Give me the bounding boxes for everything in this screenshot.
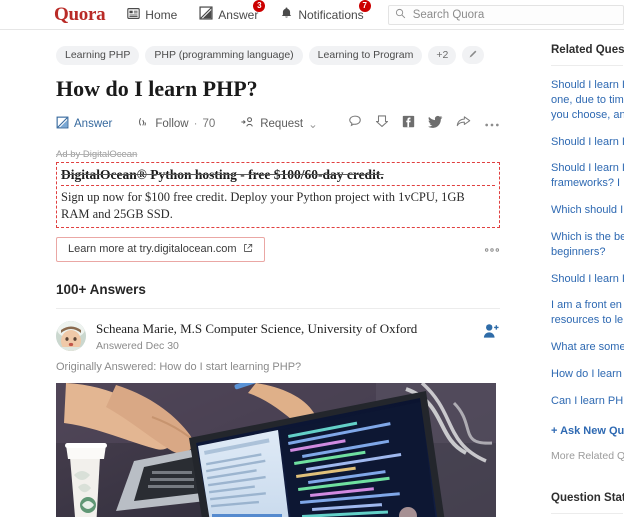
answer-image: [56, 382, 496, 517]
page-title: How do I learn PHP?: [56, 75, 258, 101]
related-question-link[interactable]: Which is the be beginners?: [551, 230, 624, 260]
pencil-edit-icon: [468, 46, 478, 64]
ask-new-question-button[interactable]: + Ask New Qu: [551, 425, 624, 437]
ad-title[interactable]: DigitalOcean® Python hosting - free $100…: [61, 166, 495, 187]
notifications-badge-count: 7: [358, 0, 371, 12]
follow-button-label: Follow: [155, 117, 189, 130]
downvote-icon[interactable]: [375, 114, 389, 133]
related-question-link[interactable]: I am a front en resources to le: [551, 298, 624, 328]
ad-more-options-icon[interactable]: [484, 244, 500, 256]
request-button[interactable]: Request ⌄: [241, 116, 318, 131]
nav-item-home[interactable]: Home: [127, 7, 177, 23]
related-question-link[interactable]: Should I learn I frameworks? I: [551, 161, 624, 191]
related-question-link[interactable]: How do I learn: [551, 367, 624, 382]
more-options-icon[interactable]: [484, 115, 500, 133]
main-content-column: Learning PHP PHP (programming language) …: [0, 30, 545, 517]
search-bar[interactable]: [387, 4, 624, 25]
request-button-label: Request: [260, 117, 304, 130]
ad-container: DigitalOcean® Python hosting - free $100…: [56, 161, 500, 229]
related-question-link[interactable]: Should I learn I: [551, 272, 624, 287]
rss-follow-icon: [138, 116, 150, 131]
question-card: Learning PHP PHP (programming language) …: [0, 30, 545, 517]
nav-item-home-label: Home: [145, 7, 178, 22]
divider: [56, 308, 500, 310]
search-input[interactable]: [410, 7, 617, 22]
more-related-questions-link[interactable]: More Related Q: [551, 450, 624, 462]
question-action-row: Answer Follow · 70 Request ⌄: [56, 113, 500, 135]
nav-item-answer-label: Answer: [218, 7, 259, 22]
related-question-link[interactable]: Should I learn I: [551, 135, 624, 150]
add-person-request-icon: [241, 116, 255, 131]
top-navigation-bar: Quora Home Answer 3 Notifications 7 Sear…: [0, 0, 624, 30]
related-question-link[interactable]: Should I learn I one, due to tim you cho…: [551, 78, 624, 123]
answer-author-name[interactable]: Scheana Marie, M.S Computer Science, Uni…: [96, 321, 474, 337]
pencil-answer-icon: [199, 6, 213, 23]
topic-tag[interactable]: PHP (programming language): [145, 46, 303, 65]
topic-tags: Learning PHP PHP (programming language) …: [56, 30, 500, 65]
follow-user-icon[interactable]: [482, 323, 500, 344]
answer-button-label: Answer: [74, 117, 113, 130]
follow-separator: ·: [193, 117, 198, 130]
related-question-link[interactable]: Which should I: [551, 203, 624, 218]
answer-badge-count: 3: [253, 0, 266, 12]
topic-tag[interactable]: Learning to Program: [308, 46, 423, 65]
answer-button[interactable]: Answer: [56, 116, 112, 132]
related-questions-title: Related Ques: [551, 44, 624, 56]
answers-count-heading: 100+ Answers: [56, 282, 146, 298]
related-questions-sidebar: Related Ques Should I learn I one, due t…: [545, 30, 624, 517]
external-link-icon: [243, 243, 253, 256]
question-stats-title: Question Stat: [551, 491, 624, 504]
nav-item-answer[interactable]: Answer 3: [199, 0, 266, 23]
edit-topics-button[interactable]: [462, 46, 485, 65]
request-caret-icon: ⌄: [308, 118, 318, 131]
page-body: Learning PHP PHP (programming language) …: [0, 30, 624, 517]
quora-logo[interactable]: Quora: [54, 5, 106, 24]
search-icon: [395, 6, 406, 24]
ad-learn-more-button[interactable]: Learn more at try.digitalocean.com: [56, 237, 265, 263]
bell-icon: [280, 6, 293, 23]
share-icon[interactable]: [456, 114, 471, 133]
answer-author-row: Scheana Marie, M.S Computer Science, Uni…: [56, 321, 500, 352]
ad-body-text: Sign up now for $100 free credit. Deploy…: [61, 190, 465, 222]
originally-answered-text: Originally Answered: How do I start lear…: [56, 360, 302, 373]
answer-date: Answered Dec 30: [96, 339, 179, 352]
follow-count: 70: [202, 117, 216, 130]
avatar[interactable]: [56, 321, 86, 352]
sidebar-divider: [551, 65, 623, 66]
home-feed-icon: [127, 7, 141, 23]
ad-disclosure-label: Ad by DigitalOcean: [56, 148, 138, 160]
nav-item-notifications[interactable]: Notifications 7: [280, 0, 371, 23]
comment-icon[interactable]: [348, 114, 362, 133]
topic-tags-more[interactable]: +2: [428, 46, 457, 65]
topic-tag[interactable]: Learning PHP: [56, 46, 140, 65]
related-question-link[interactable]: What are some: [551, 340, 624, 355]
answer-author-meta: Scheana Marie, M.S Computer Science, Uni…: [96, 321, 474, 352]
sidebar-divider: [551, 512, 623, 514]
twitter-icon[interactable]: [428, 115, 443, 133]
related-question-link[interactable]: Can I learn PH: [551, 394, 624, 409]
nav-item-notifications-label: Notifications: [298, 7, 364, 22]
pencil-answer-icon: [56, 116, 69, 132]
follow-button[interactable]: Follow · 70: [138, 116, 215, 131]
ad-cta-label: Learn more at try.digitalocean.com: [68, 243, 237, 256]
ad-cta-row: Learn more at try.digitalocean.com: [56, 237, 500, 263]
facebook-icon[interactable]: [402, 115, 415, 133]
social-action-icons: [348, 114, 500, 133]
